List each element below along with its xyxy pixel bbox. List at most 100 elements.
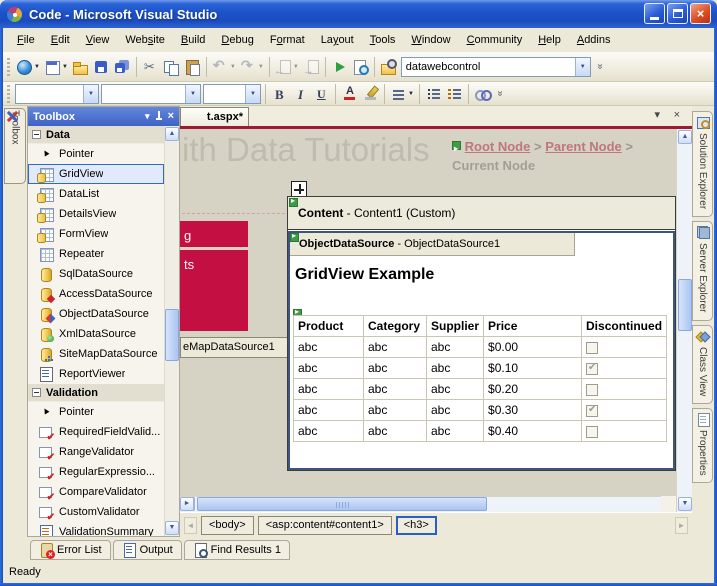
vertical-scrollbar[interactable]: ▲ ▼ (676, 129, 692, 512)
find-in-files-button[interactable] (378, 55, 399, 79)
toolbox-item[interactable]: Repeater (28, 244, 164, 264)
tag-navigator-tag[interactable]: <asp:content#content1> (258, 516, 392, 535)
tag-scroll-left-icon[interactable]: ◄ (184, 517, 197, 534)
window-position-icon[interactable]: ▾ (145, 112, 150, 121)
save-button[interactable] (91, 55, 112, 79)
toolbox-section-data[interactable]: Data (28, 126, 164, 144)
toolbox-item[interactable]: GridView (28, 164, 164, 184)
combo-dropdown-icon[interactable]: ▼ (83, 85, 98, 103)
bottom-panel-tab[interactable]: Find Results 1 (184, 540, 290, 560)
highlight-button[interactable] (360, 82, 381, 106)
scroll-up-icon[interactable]: ▲ (165, 127, 179, 141)
close-button[interactable]: × (690, 3, 711, 24)
menu-item[interactable]: Window (403, 30, 458, 50)
copy-button[interactable] (161, 55, 182, 79)
new-website-button[interactable]: ▼ (14, 55, 42, 79)
breadcrumb-link-root[interactable]: Root Node (465, 139, 531, 154)
fmt-underline-button[interactable] (311, 82, 332, 106)
menu-item[interactable]: Build (173, 30, 213, 50)
bottom-panel-tab[interactable]: Output (113, 540, 182, 560)
toolbox-item[interactable]: AccessDataSource (28, 284, 164, 304)
toolbox-item[interactable]: RegularExpressio... (28, 462, 164, 482)
fmt-bold-button[interactable] (269, 82, 290, 106)
cut-button[interactable] (140, 55, 161, 79)
fmt-italic-button[interactable] (290, 82, 311, 106)
toolbox-item[interactable]: CustomValidator (28, 502, 164, 522)
numbering-button[interactable] (444, 82, 465, 106)
tag-navigator-tag[interactable]: <body> (201, 516, 254, 535)
sitemapdatasource-label[interactable]: eMapDataSource1 (180, 337, 290, 358)
paste-button[interactable] (182, 55, 203, 79)
toolbox-item[interactable]: ReportViewer (28, 364, 164, 384)
menu-item[interactable]: Help (530, 30, 569, 50)
menu-item[interactable]: Format (262, 30, 313, 50)
toolbox-close-icon[interactable]: × (168, 112, 174, 121)
side-panel-tab[interactable]: Class View (692, 325, 713, 404)
toolbox-header[interactable]: Toolbox ▾ × (28, 107, 179, 126)
bottom-panel-tab[interactable]: Error List (30, 540, 111, 560)
side-panel-tab[interactable]: Properties (692, 408, 713, 484)
scroll-up-icon[interactable]: ▲ (678, 130, 692, 144)
nav-item-fragment[interactable]: ts (180, 250, 248, 276)
scroll-down-icon[interactable]: ▼ (678, 497, 692, 511)
toolbox-autohide-tab[interactable]: Toolbox (4, 108, 26, 184)
smart-tag-icon[interactable] (452, 141, 461, 150)
toolbox-section-validation[interactable]: Validation (28, 384, 164, 402)
toolbox-item[interactable]: DataList (28, 184, 164, 204)
toolbox-item[interactable]: ObjectDataSource (28, 304, 164, 324)
content-control-header[interactable]: Content - Content1 (Custom) (288, 197, 675, 230)
horizontal-scrollbar[interactable]: ◄ ► (180, 496, 661, 512)
combo-dropdown-icon[interactable]: ▼ (185, 85, 200, 103)
toolbox-item[interactable]: CompareValidator (28, 482, 164, 502)
maximize-button[interactable] (667, 3, 688, 24)
tag-scroll-right-icon[interactable]: ► (675, 517, 688, 534)
menu-item[interactable]: Website (117, 30, 173, 50)
side-panel-tab[interactable]: Server Explorer (692, 221, 713, 320)
toolbox-item[interactable]: Pointer (28, 144, 164, 164)
menu-item[interactable]: Addins (569, 30, 619, 50)
toolbox-item[interactable]: ValidationSummary (28, 522, 164, 536)
close-document-icon[interactable]: × (674, 110, 680, 121)
scrollbar-thumb[interactable] (165, 309, 179, 361)
toolbar-grip-icon[interactable] (7, 85, 10, 103)
scroll-right-icon[interactable]: ► (180, 497, 194, 511)
view-browser-button[interactable] (350, 55, 371, 79)
save-all-button[interactable] (112, 55, 133, 79)
bullets-button[interactable] (423, 82, 444, 106)
open-file-button[interactable] (70, 55, 91, 79)
scrollbar-thumb[interactable] (678, 279, 692, 331)
document-tab[interactable]: t.aspx* (180, 107, 249, 126)
content-control[interactable]: Content - Content1 (Custom) ObjectDataSo… (287, 196, 676, 471)
toolbox-item[interactable]: SqlDataSource (28, 264, 164, 284)
minimize-button[interactable] (644, 3, 665, 24)
format-combobox[interactable]: ▼ (15, 84, 99, 104)
objectdatasource-control[interactable]: ObjectDataSource - ObjectDataSource1 (290, 233, 575, 256)
menu-item[interactable]: View (78, 30, 118, 50)
side-panel-tab[interactable]: Solution Explorer (692, 111, 713, 217)
navigation-menu-fragment[interactable]: g ts (180, 221, 248, 331)
smart-tag-icon[interactable] (289, 198, 298, 207)
align-button[interactable]: ▼ (388, 82, 416, 106)
menu-item[interactable]: Debug (213, 30, 261, 50)
menu-item[interactable]: Tools (362, 30, 404, 50)
menu-item[interactable]: Layout (313, 30, 362, 50)
breadcrumb-link-parent[interactable]: Parent Node (545, 139, 622, 154)
combo-dropdown-icon[interactable]: ▼ (245, 85, 260, 103)
smart-tag-icon[interactable] (290, 233, 299, 242)
start-debug-button[interactable] (329, 55, 350, 79)
nav-item-fragment[interactable]: g (180, 221, 248, 247)
menu-item[interactable]: File (9, 30, 43, 50)
toolbar-options-icon[interactable]: » (494, 91, 505, 97)
menu-item[interactable]: Community (459, 30, 531, 50)
toolbox-item[interactable]: DetailsView (28, 204, 164, 224)
title-bar[interactable]: Code - Microsoft Visual Studio × (0, 0, 717, 28)
tag-navigator-tag[interactable]: <h3> (396, 516, 437, 535)
menu-item[interactable]: Edit (43, 30, 78, 50)
toolbox-item[interactable]: FormView (28, 224, 164, 244)
toolbox-item[interactable]: SiteMapDataSource (28, 344, 164, 364)
find-combobox[interactable]: datawebcontrol▼ (401, 57, 591, 77)
tab-list-dropdown-icon[interactable]: ▾ (654, 110, 660, 121)
move-handle-icon[interactable] (291, 181, 307, 197)
toolbar-options-icon[interactable]: » (594, 64, 605, 70)
toolbox-item[interactable]: XmlDataSource (28, 324, 164, 344)
